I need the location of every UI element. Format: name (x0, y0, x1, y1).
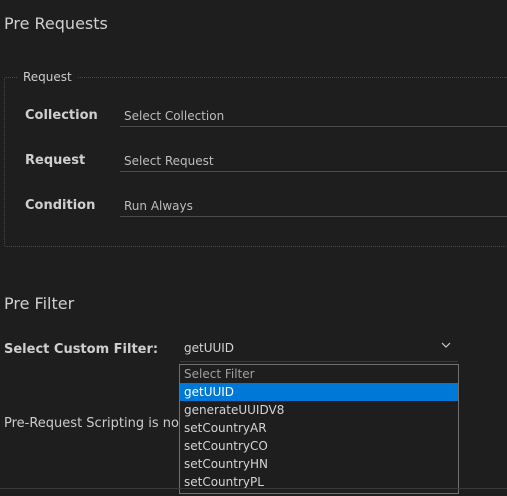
dropdown-option[interactable]: generateUUIDV8 (180, 401, 458, 419)
dropdown-option[interactable]: setCountryHN (180, 455, 458, 473)
request-label: Request (25, 153, 86, 168)
dropdown-option[interactable]: setCountryCO (180, 437, 458, 455)
dropdown-option[interactable]: setCountryAR (180, 419, 458, 437)
collection-select[interactable]: Select Collection (120, 105, 507, 127)
request-select[interactable]: Select Request (120, 150, 507, 172)
bottom-divider (0, 488, 507, 489)
info-text: Pre-Request Scripting is now (4, 416, 190, 431)
page-title: Pre Requests (4, 14, 108, 33)
custom-filter-select[interactable]: getUUID (180, 338, 458, 362)
dropdown-option-selected[interactable]: getUUID (180, 383, 458, 401)
custom-filter-value: getUUID (184, 341, 235, 355)
collection-label: Collection (25, 108, 98, 123)
dropdown-option[interactable]: Select Filter (180, 365, 458, 383)
pre-filter-title: Pre Filter (4, 294, 75, 313)
condition-label: Condition (25, 198, 96, 213)
request-legend: Request (18, 70, 77, 84)
custom-filter-label: Select Custom Filter: (4, 342, 159, 357)
condition-select[interactable]: Run Always (120, 195, 507, 217)
chevron-down-icon[interactable] (440, 339, 452, 354)
custom-filter-dropdown: Select Filter getUUID generateUUIDV8 set… (179, 364, 459, 494)
